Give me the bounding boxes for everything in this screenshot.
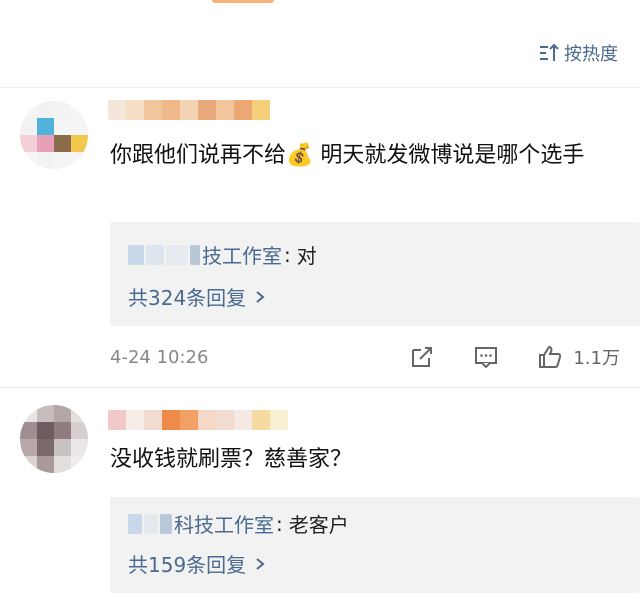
comment-meta: 4-24 10:26 1.1万 — [110, 341, 620, 373]
divider — [0, 87, 640, 88]
chevron-right-icon — [256, 557, 265, 570]
reply-preview-box[interactable]: 科技工作室 : 老客户 共159条回复 — [110, 497, 640, 593]
reply-author[interactable]: 技工作室 — [202, 240, 282, 269]
avatar-mosaic — [20, 101, 88, 169]
active-tab-indicator — [212, 0, 274, 3]
more-replies-label: 共324条回复 — [128, 286, 247, 310]
avatar[interactable] — [20, 405, 88, 473]
comment-icon — [475, 347, 498, 369]
reply-preview-box[interactable]: 技工作室 : 对 共324条回复 — [110, 222, 640, 326]
thumbs-up-icon — [539, 345, 562, 368]
username-obscured[interactable] — [108, 100, 270, 120]
reply-separator: : — [284, 242, 291, 267]
reply-content: 对 — [296, 244, 317, 268]
comment-time: 4-24 10:26 — [110, 346, 209, 368]
comment-text: 你跟他们说再不给💰 明天就发微博说是哪个选手 — [110, 143, 585, 168]
username-obscured[interactable] — [108, 410, 288, 430]
reply-author[interactable]: 科技工作室 — [174, 509, 274, 538]
reply-line: 科技工作室 : 老客户 — [128, 509, 349, 538]
reply-separator: : — [276, 511, 283, 536]
sort-icon — [540, 43, 559, 61]
more-replies-link[interactable]: 共324条回复 — [128, 282, 266, 311]
reply-content: 老客户 — [288, 513, 349, 537]
divider — [0, 387, 640, 388]
like-count: 1.1万 — [573, 348, 620, 369]
like-button[interactable]: 1.1万 — [537, 344, 620, 370]
avatar[interactable] — [20, 101, 88, 169]
more-replies-label: 共159条回复 — [128, 553, 247, 577]
comment-button[interactable] — [473, 344, 499, 370]
chevron-right-icon — [256, 290, 265, 303]
avatar-mosaic — [20, 405, 88, 473]
repost-button[interactable] — [409, 344, 435, 370]
comment-text: 没收钱就刷票？慈善家？ — [110, 447, 353, 472]
reply-line: 技工作室 : 对 — [128, 240, 317, 269]
sort-label: 按热度 — [564, 44, 618, 65]
sort-by-hot-button[interactable]: 按热度 — [538, 40, 618, 66]
more-replies-link[interactable]: 共159条回复 — [128, 549, 266, 578]
share-icon — [412, 347, 433, 367]
